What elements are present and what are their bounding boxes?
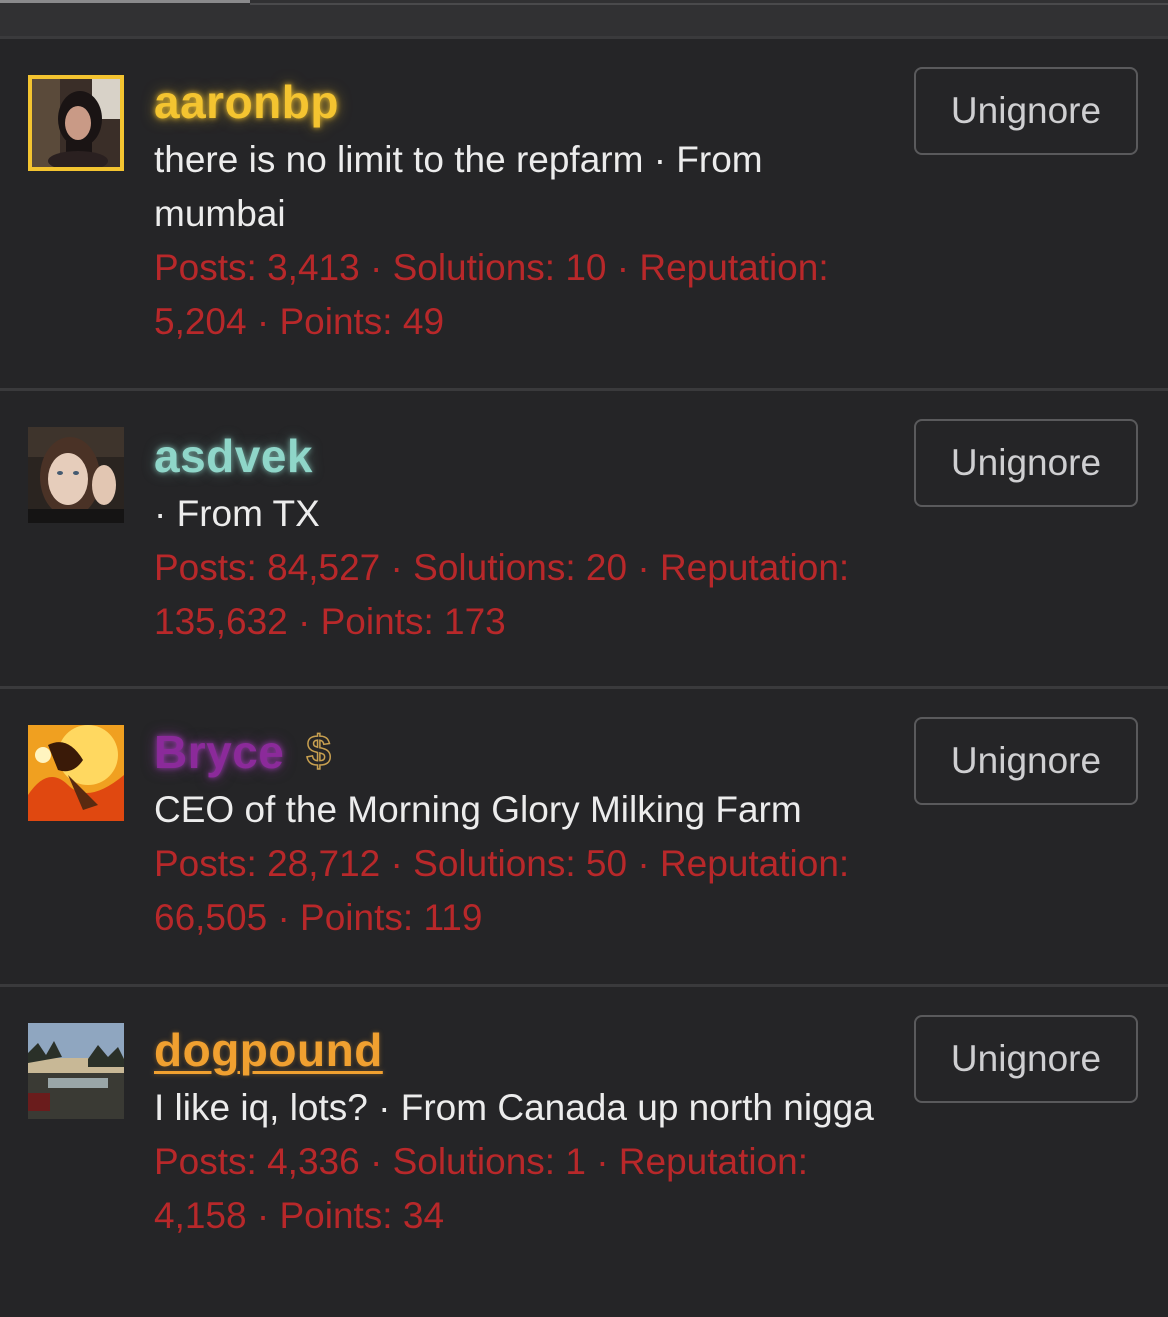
unignore-button[interactable]: Unignore (914, 67, 1138, 155)
unignore-button[interactable]: Unignore (914, 717, 1138, 805)
avatar[interactable] (28, 725, 124, 821)
user-stats: Posts: 28,712 · Solutions: 50 · Reputati… (154, 843, 850, 938)
user-info: asdvek · From TX Posts: 84,527 · Solutio… (154, 427, 894, 649)
avatar-photo (32, 79, 120, 167)
unignore-button[interactable]: Unignore (914, 1015, 1138, 1103)
tab-bar-divider (250, 3, 1168, 5)
ignored-user-row: dogpound I like iq, lots? · From Canada … (0, 987, 1168, 1317)
user-bio: I like iq, lots? · From Canada up north … (154, 1087, 874, 1128)
user-info: dogpound I like iq, lots? · From Canada … (154, 1021, 894, 1243)
top-tab-bar (0, 0, 1168, 39)
avatar-photo (28, 725, 124, 821)
ignored-user-row: asdvek · From TX Posts: 84,527 · Solutio… (0, 391, 1168, 689)
user-info: Bryce $ CEO of the Morning Glory Milking … (154, 723, 894, 945)
username-link[interactable]: aaronbp (154, 73, 339, 131)
user-bio: there is no limit to the repfarm · From … (154, 139, 763, 234)
avatar-photo (28, 427, 124, 523)
user-info: aaronbp there is no limit to the repfarm… (154, 73, 894, 349)
active-tab-indicator (0, 0, 250, 3)
avatar-photo (28, 1023, 124, 1119)
dollar-icon: $ (306, 726, 332, 777)
user-bio: CEO of the Morning Glory Milking Farm (154, 789, 802, 830)
username-link[interactable]: asdvek (154, 427, 313, 485)
avatar[interactable] (28, 1023, 124, 1119)
ignored-user-row: aaronbp there is no limit to the repfarm… (0, 39, 1168, 391)
username-link[interactable]: Bryce (154, 723, 284, 781)
avatar[interactable] (28, 75, 124, 171)
username-link[interactable]: dogpound (154, 1021, 383, 1079)
ignored-user-row: Bryce $ CEO of the Morning Glory Milking … (0, 689, 1168, 987)
user-stats: Posts: 84,527 · Solutions: 20 · Reputati… (154, 547, 850, 642)
user-stats: Posts: 3,413 · Solutions: 10 · Reputatio… (154, 247, 829, 342)
user-stats: Posts: 4,336 · Solutions: 1 · Reputation… (154, 1141, 809, 1236)
user-bio: · From TX (154, 493, 320, 534)
avatar[interactable] (28, 427, 124, 523)
unignore-button[interactable]: Unignore (914, 419, 1138, 507)
